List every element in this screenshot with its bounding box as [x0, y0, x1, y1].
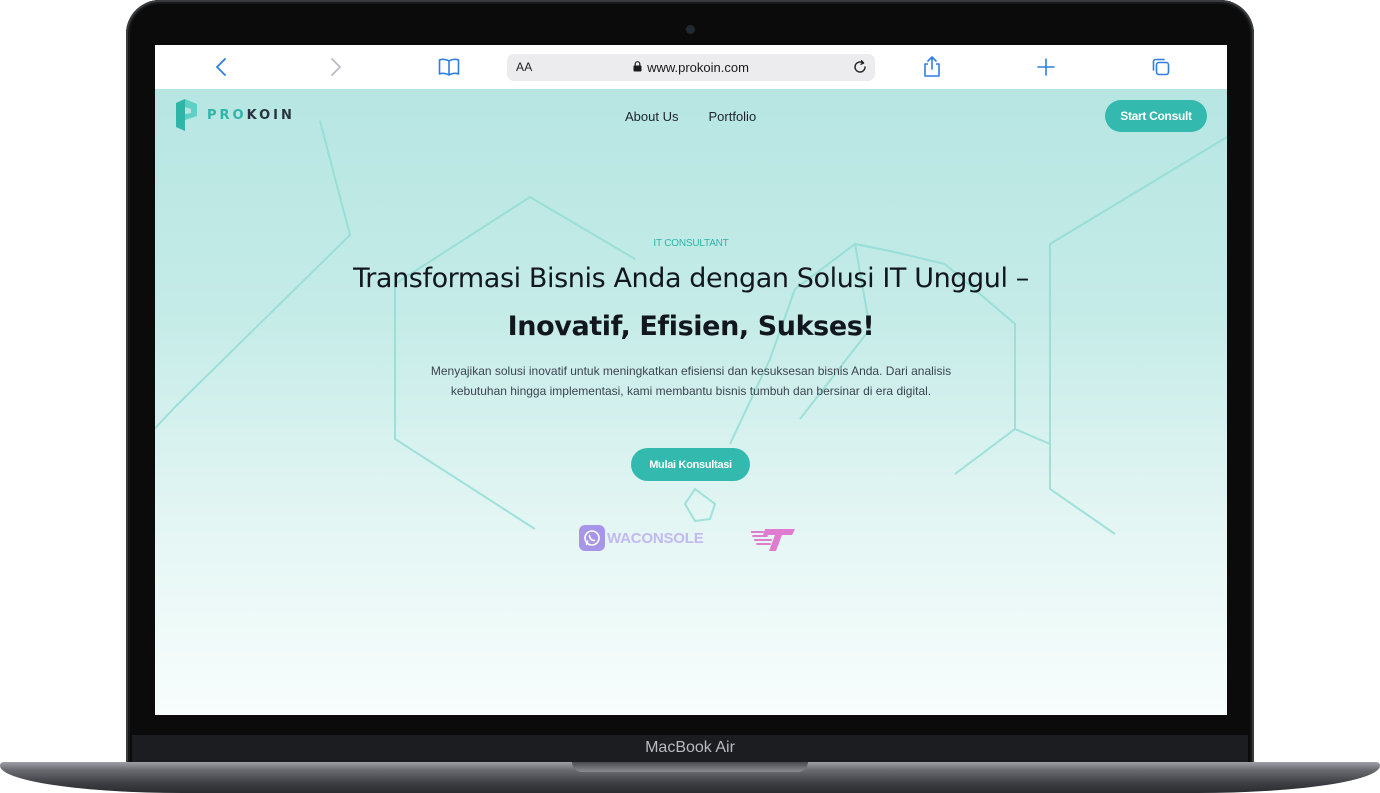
- chevron-left-icon[interactable]: [210, 56, 232, 78]
- laptop-hinge-notch: [572, 762, 808, 772]
- prokoin-logo-icon: [176, 99, 197, 131]
- hero-description: Menyajikan solusi inovatif untuk meningk…: [430, 364, 952, 398]
- website-hero: PROKOIN About Us Portfolio Start Consult…: [155, 89, 1227, 715]
- chevron-right-icon[interactable]: [325, 56, 347, 78]
- brand-logo[interactable]: PROKOIN: [175, 98, 295, 132]
- brand-name: PROKOIN: [207, 107, 295, 123]
- tabs-icon[interactable]: [1150, 56, 1172, 78]
- nav-item-portfolio[interactable]: Portfolio: [708, 109, 756, 124]
- browser-toolbar: AA www.prokoin.com: [155, 45, 1227, 89]
- partner-name: WACONSOLE: [607, 529, 704, 547]
- model-label: MacBook Air: [645, 739, 735, 756]
- macbook-mockup: AA www.prokoin.com PROKOIN About Us Port…: [0, 0, 1380, 793]
- book-icon[interactable]: [438, 56, 460, 78]
- start-consult-button[interactable]: Start Consult: [1105, 100, 1207, 132]
- laptop-screen: AA www.prokoin.com PROKOIN About Us Port…: [155, 45, 1227, 715]
- plus-icon[interactable]: [1035, 56, 1057, 78]
- background-pattern: [155, 120, 1227, 535]
- nav-item-about-us[interactable]: About Us: [625, 109, 678, 124]
- hero-headline: Transformasi Bisnis Anda dengan Solusi I…: [353, 263, 1029, 342]
- camera-icon: [687, 26, 694, 33]
- whatsapp-icon: [579, 525, 605, 551]
- reload-icon[interactable]: [851, 58, 869, 81]
- address-bar[interactable]: AA www.prokoin.com: [507, 54, 875, 81]
- share-icon[interactable]: [921, 56, 943, 78]
- partner-logo-waconsole: WACONSOLE: [579, 525, 704, 551]
- lock-icon: [633, 60, 642, 75]
- main-nav: About Us Portfolio: [625, 109, 756, 124]
- url-text: www.prokoin.com: [647, 60, 749, 75]
- t-logo-icon: [750, 527, 797, 558]
- hero-eyebrow: IT CONSULTANT: [653, 238, 729, 249]
- mulai-konsultasi-button[interactable]: Mulai Konsultasi: [631, 448, 750, 481]
- url-container: www.prokoin.com: [507, 54, 875, 81]
